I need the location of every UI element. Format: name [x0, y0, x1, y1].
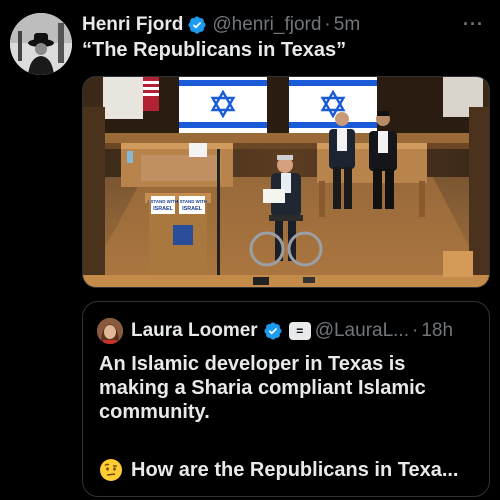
quoted-tweet-text: An Islamic developer in Texas is making … [99, 353, 426, 423]
author-avatar[interactable] [10, 13, 72, 75]
quoted-author-name[interactable]: Laura Loomer [131, 320, 258, 342]
quoted-tweet-second-line-text: How are the Republicans in Texa... [131, 458, 459, 481]
verified-badge-icon [264, 322, 282, 340]
avatar-image [10, 13, 72, 75]
sign-text-line2-b: ISRAEL [182, 206, 202, 212]
separator-dot: · [324, 14, 331, 35]
tweet-text: “The Republicans in Texas” [82, 39, 347, 61]
quoted-author-avatar[interactable] [97, 318, 123, 344]
quoted-separator-dot: · [412, 320, 419, 341]
quoted-tweet-second-line: How are the Republicans in Texa... [99, 458, 459, 482]
sign-text-line1: I STAND WITH [148, 199, 178, 204]
sign-text-line1-b: I STAND WITH [177, 199, 207, 204]
author-handle[interactable]: @henri_fjord [212, 14, 321, 36]
sign-text-line2: ISRAEL [153, 206, 173, 212]
affiliation-badge-icon: = [288, 322, 311, 340]
author-name[interactable]: Henri Fjord [82, 14, 183, 36]
timestamp[interactable]: 5m [334, 14, 360, 36]
affiliation-badge-text: = [296, 324, 304, 338]
face-with-raised-eyebrow-icon [100, 459, 122, 481]
quoted-author-handle[interactable]: @LauraL... [315, 320, 409, 342]
more-horizontal-icon[interactable]: ··· [463, 14, 484, 35]
tweet-header: Henri Fjord @henri_fjord · 5m [82, 12, 360, 38]
quoted-timestamp[interactable]: 18h [421, 320, 453, 342]
photo-image: I STAND WITH ISRAEL I STAND WITH ISRAEL [83, 77, 489, 287]
tweet-media-photo[interactable]: I STAND WITH ISRAEL I STAND WITH ISRAEL [82, 76, 490, 288]
verified-badge-icon [188, 16, 206, 34]
quoted-tweet-header: Laura Loomer = @LauraL... · 18h [97, 318, 453, 344]
quoted-avatar-image [97, 318, 123, 344]
quoted-tweet-card[interactable]: Laura Loomer = @LauraL... · 18h An Islam… [82, 301, 490, 497]
